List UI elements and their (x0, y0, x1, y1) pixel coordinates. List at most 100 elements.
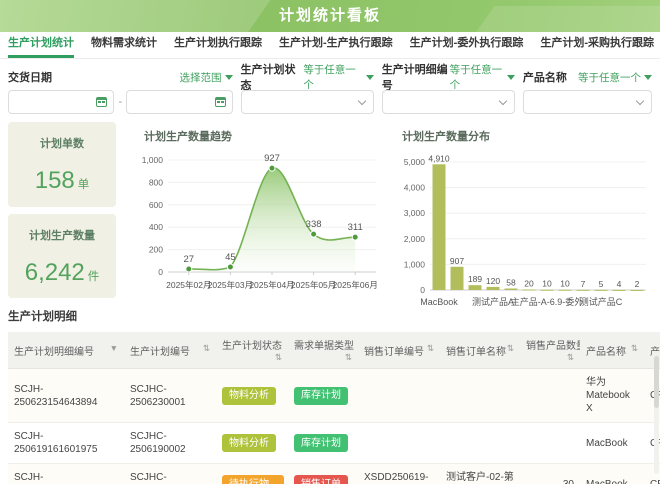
cell-doc-type: 销售订单 (288, 464, 358, 484)
column-header-4[interactable]: 需求单据类型⇅ (288, 332, 358, 369)
svg-text:120: 120 (486, 276, 500, 286)
svg-text:311: 311 (348, 222, 363, 233)
filter-select[interactable] (382, 90, 515, 114)
caret-down-icon (644, 75, 652, 80)
table-scrollbar[interactable] (654, 356, 659, 474)
filter-label: 生产计划状态 (241, 61, 304, 93)
svg-text:189: 189 (468, 274, 482, 284)
column-label: 生产计划编号 (130, 347, 190, 358)
sort-icon: ⇅ (203, 343, 210, 354)
sort-icon: ⇅ (507, 343, 514, 354)
tab-1[interactable]: 生产计划统计 (8, 28, 74, 58)
tab-2[interactable]: 物料需求统计 (91, 28, 157, 58)
column-header-1[interactable]: 生产计划明细编号▼ (8, 332, 124, 369)
filter-operator[interactable]: 等于任意一个 (578, 70, 652, 85)
filter-operator[interactable]: 等于任意一个 (303, 62, 373, 92)
filter-bar: 交货日期选择范围-生产计划状态等于任意一个生产计明细编号等于任意一个产品名称等于… (0, 59, 660, 120)
filter-group-4: 产品名称等于任意一个 (523, 69, 652, 114)
cell-status: 待执行物... (216, 464, 288, 484)
column-label: 销售订单名称 (446, 347, 506, 358)
detail-table-section: 生产计划明细 生产计划明细编号▼生产计划编号⇅生产计划状态⇅需求单据类型⇅销售订… (0, 298, 660, 484)
svg-text:2,000: 2,000 (404, 234, 426, 244)
kpi-card-2: 计划生产数量6,242件 (8, 214, 116, 299)
kpi-value: 6,242件 (25, 259, 100, 287)
tab-6[interactable]: 生产计划-采购执行跟踪 (540, 28, 654, 58)
cell-product-name: MacBook (580, 464, 644, 484)
table-body: SCJH-250623154643894SCJHC-2506230001物料分析… (8, 369, 660, 484)
cell-sales-order-no (358, 423, 440, 464)
kpi-unit: 件 (88, 271, 100, 283)
cell-sales-qty (520, 423, 580, 464)
svg-text:400: 400 (149, 222, 163, 232)
column-header-5[interactable]: 销售订单编号⇅ (358, 332, 440, 369)
kpi-column: 计划单数 158单计划生产数量6,242件 (8, 122, 116, 298)
filter-label: 产品名称 (523, 69, 567, 85)
cell-sales-order-no: XSDD250619-01 (358, 464, 440, 484)
date-start-input[interactable] (8, 90, 114, 114)
doc-type-badge: 库存计划 (294, 387, 348, 405)
kpi-label: 计划单数 (40, 135, 84, 151)
svg-text:27: 27 (184, 254, 195, 265)
cell-detail-no: SCJH-250619161601975 (8, 423, 124, 464)
cell-sales-order-name (440, 369, 520, 423)
column-label: 生产计划状态 (222, 341, 282, 352)
cell-sales-order-no (358, 369, 440, 423)
kpi-unit: 单 (78, 179, 90, 191)
cell-product-name: MacBook (580, 423, 644, 464)
distribution-chart-panel: 计划生产数量分布 01,0002,0003,0004,0005,0004,910… (390, 122, 652, 298)
date-end-input[interactable] (126, 90, 232, 114)
filter-group-1: 交货日期选择范围- (8, 69, 233, 114)
trend-area-chart: 02004006008001,000272025年02月452025年03月92… (132, 146, 386, 296)
svg-text:2025年02月: 2025年02月 (166, 280, 211, 290)
svg-text:2: 2 (635, 279, 640, 289)
column-header-3[interactable]: 生产计划状态⇅ (216, 332, 288, 369)
filter-operator-label: 等于任意一个 (578, 70, 641, 85)
table-row[interactable]: SCJH-250619161510706SCJHC-2506190002待执行物… (8, 464, 660, 484)
cell-plan-no: SCJHC-2506190002 (124, 423, 216, 464)
dashboard: 计划统计看板 生产计划统计物料需求统计生产计划执行跟踪生产计划-生产执行跟踪生产… (0, 0, 660, 484)
svg-text:0: 0 (158, 267, 163, 277)
cell-doc-type: 库存计划 (288, 423, 358, 464)
sort-icon: ⇅ (275, 352, 282, 363)
calendar-icon (215, 97, 226, 107)
scrollbar-thumb[interactable] (654, 356, 659, 408)
filter-operator[interactable]: 选择范围 (180, 70, 233, 85)
svg-text:58: 58 (506, 278, 516, 288)
svg-text:2025年05月: 2025年05月 (291, 280, 336, 290)
panels: 计划单数158单计划生产数量6,242件 计划生产数量趋势 0200400600… (0, 120, 660, 298)
column-header-2[interactable]: 生产计划编号 ⇅ (124, 332, 216, 369)
detail-table: 生产计划明细编号▼生产计划编号⇅生产计划状态⇅需求单据类型⇅销售订单编号⇅销售订… (8, 332, 660, 484)
svg-text:3,000: 3,000 (404, 208, 426, 218)
cell-sales-qty: 30 (520, 464, 580, 484)
filter-select[interactable] (241, 90, 374, 114)
tab-5[interactable]: 生产计划-委外执行跟踪 (410, 28, 524, 58)
sort-icon: ⇅ (567, 352, 574, 363)
tab-3[interactable]: 生产计划执行跟踪 (174, 28, 262, 58)
svg-text:5,000: 5,000 (404, 157, 426, 167)
table-row[interactable]: SCJH-250623154643894SCJHC-2506230001物料分析… (8, 369, 660, 423)
svg-text:4,910: 4,910 (428, 153, 450, 163)
svg-text:45: 45 (225, 252, 236, 263)
table-row[interactable]: SCJH-250619161601975SCJHC-2506190002物料分析… (8, 423, 660, 464)
column-header-8[interactable]: 产品名称⇅ (580, 332, 644, 369)
tab-4[interactable]: 生产计划-生产执行跟踪 (279, 28, 393, 58)
svg-text:2025年03月: 2025年03月 (208, 280, 253, 290)
chevron-down-icon (636, 96, 644, 104)
svg-text:1,000: 1,000 (404, 259, 426, 269)
column-label: 生产计划明细编号 (14, 347, 94, 358)
doc-type-badge: 销售订单 (294, 475, 348, 484)
filter-select[interactable] (523, 90, 652, 114)
svg-text:10: 10 (542, 279, 552, 289)
cell-plan-no: SCJHC-2506190002 (124, 464, 216, 484)
svg-text:20: 20 (524, 278, 534, 288)
filter-operator[interactable]: 等于任意一个 (450, 62, 515, 92)
filter-group-2: 生产计划状态等于任意一个 (241, 69, 374, 114)
cell-sales-order-name: 测试客户-02-第23份销售订单 (440, 464, 520, 484)
kpi-value: 158单 (35, 167, 90, 195)
doc-type-badge: 库存计划 (294, 434, 348, 452)
banner: 计划统计看板 (0, 0, 660, 32)
calendar-icon (96, 97, 107, 107)
column-header-7[interactable]: 销售产品数量⇅ (520, 332, 580, 369)
column-header-6[interactable]: 销售订单名称⇅ (440, 332, 520, 369)
svg-text:10: 10 (560, 279, 570, 289)
